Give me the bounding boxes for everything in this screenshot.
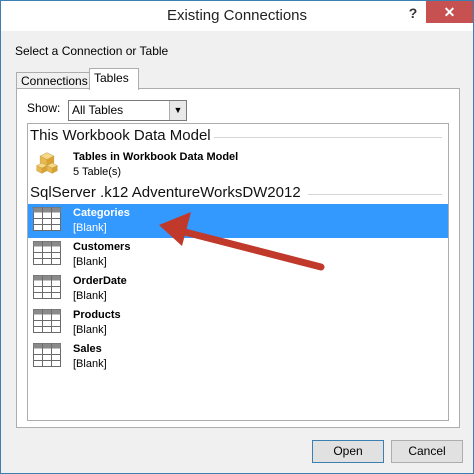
list-item[interactable]: Sales [Blank] — [28, 340, 448, 374]
item-subtitle: [Blank] — [73, 222, 107, 234]
section-label: Select a Connection or Table — [15, 44, 169, 58]
open-button[interactable]: Open — [312, 440, 384, 463]
item-name: Categories — [73, 207, 130, 219]
group-header: SqlServer .k12 AdventureWorksDW2012 — [30, 184, 301, 201]
item-subtitle: [Blank] — [73, 290, 107, 302]
item-subtitle: [Blank] — [73, 324, 107, 336]
item-name: Products — [73, 309, 121, 321]
show-label: Show: — [27, 101, 61, 115]
item-name: Sales — [73, 343, 102, 355]
item-subtitle: [Blank] — [73, 256, 107, 268]
title-bar: Existing Connections ? ✕ — [1, 1, 473, 31]
existing-connections-dialog: Existing Connections ? ✕ Select a Connec… — [0, 0, 474, 474]
list-item[interactable]: Products [Blank] — [28, 306, 448, 340]
tab-connections[interactable]: Connections — [16, 72, 96, 89]
group-divider — [308, 194, 442, 195]
table-icon — [33, 309, 61, 333]
item-subtitle: [Blank] — [73, 358, 107, 370]
data-model-cubes-icon — [36, 152, 58, 174]
table-icon — [33, 241, 61, 265]
group-divider — [214, 137, 442, 138]
open-button-label: Open — [333, 444, 363, 458]
chevron-down-icon[interactable]: ▼ — [169, 101, 186, 120]
help-button[interactable]: ? — [403, 2, 423, 24]
list-item[interactable]: OrderDate [Blank] — [28, 272, 448, 306]
tables-list[interactable]: This Workbook Data Model Tables in Workb… — [27, 123, 449, 421]
table-icon — [33, 207, 61, 231]
table-icon — [33, 343, 61, 367]
show-dropdown-value: All Tables — [72, 103, 124, 117]
show-dropdown[interactable]: All Tables ▼ — [68, 100, 187, 121]
group-header: This Workbook Data Model — [30, 127, 211, 144]
item-name: OrderDate — [73, 275, 127, 287]
item-name: Tables in Workbook Data Model — [73, 151, 239, 163]
list-item[interactable]: Customers [Blank] — [28, 238, 448, 272]
table-icon — [33, 275, 61, 299]
list-item[interactable]: Tables in Workbook Data Model 5 Table(s) — [28, 148, 448, 182]
cancel-button[interactable]: Cancel — [391, 440, 463, 463]
item-subtitle: 5 Table(s) — [73, 166, 122, 178]
list-item-selected[interactable]: Categories [Blank] — [28, 204, 448, 238]
item-name: Customers — [73, 241, 131, 253]
cancel-button-label: Cancel — [408, 444, 446, 458]
close-button[interactable]: ✕ — [426, 1, 473, 23]
tab-tables[interactable]: Tables — [89, 68, 139, 90]
